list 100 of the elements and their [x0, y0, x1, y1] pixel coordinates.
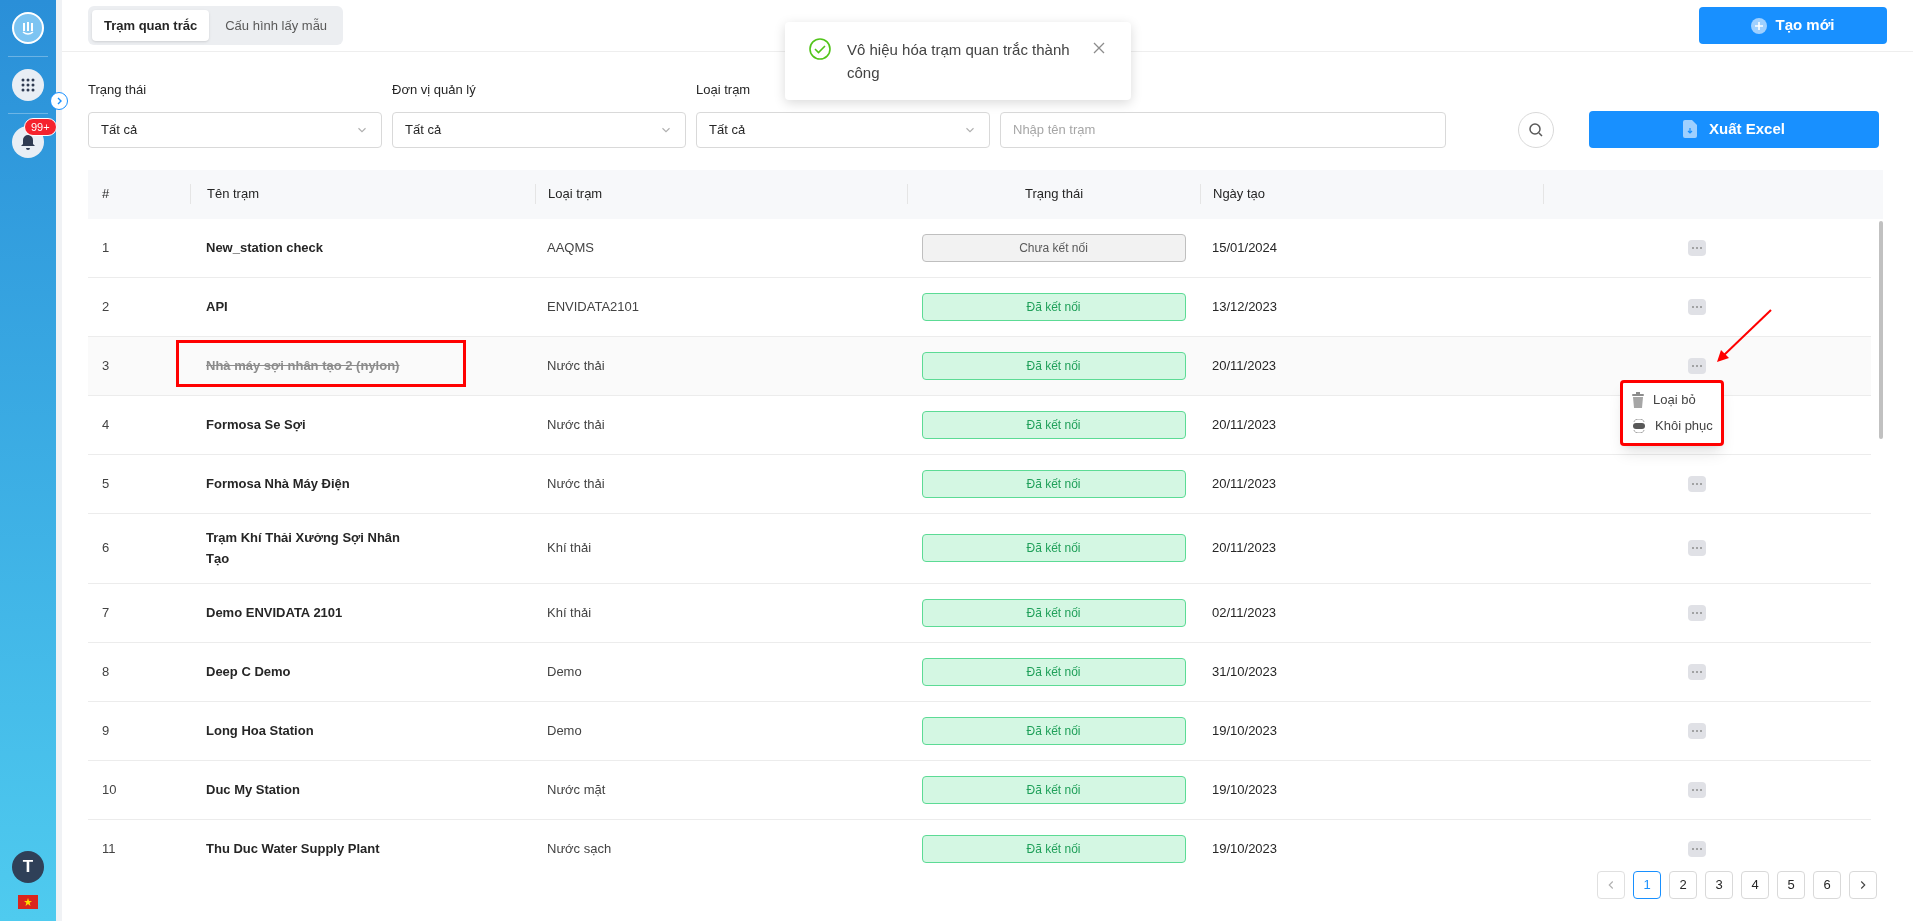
- more-button[interactable]: [1688, 475, 1706, 492]
- column-header: Ngày tạo: [1213, 185, 1266, 204]
- user-avatar[interactable]: T: [12, 851, 44, 883]
- table-cell: Nước thải: [547, 357, 605, 373]
- status-badge: Đã kết nối: [921, 834, 1186, 863]
- column-header: #: [102, 185, 110, 204]
- filter-label: Trạng thái: [88, 81, 148, 99]
- table-cell: 5: [102, 475, 110, 491]
- tab[interactable]: Trạm quan trắc: [92, 9, 210, 42]
- filter-select[interactable]: Tất cả: [392, 111, 686, 148]
- ellipsis-icon: [1692, 611, 1702, 614]
- ellipsis-icon: [1692, 788, 1702, 791]
- station-name[interactable]: Formosa Se Sợi: [206, 414, 306, 435]
- more-button[interactable]: [1688, 357, 1706, 374]
- menu-item[interactable]: Loại bỏ: [1623, 387, 1721, 413]
- station-name[interactable]: Deep C Demo: [206, 661, 291, 682]
- page-button[interactable]: 5: [1777, 870, 1805, 899]
- close-icon[interactable]: [1093, 42, 1105, 54]
- ellipsis-icon: [1692, 305, 1702, 308]
- table-cell: ENVIDATA2101: [547, 298, 639, 314]
- table-cell: Demo: [547, 722, 582, 738]
- ellipsis-icon: [1692, 670, 1702, 673]
- station-name[interactable]: Formosa Nhà Máy Điện: [206, 473, 350, 494]
- status-badge: Đã kết nối: [921, 292, 1186, 321]
- page-button[interactable]: 4: [1741, 870, 1769, 899]
- ellipsis-icon: [1692, 246, 1702, 249]
- table-cell: 8: [102, 663, 110, 679]
- table-cell: 20/11/2023: [1212, 540, 1277, 556]
- ellipsis-icon: [1692, 482, 1702, 485]
- arrow-annotation: [1715, 308, 1773, 364]
- page-button[interactable]: 3: [1705, 870, 1733, 899]
- table-cell: 31/10/2023: [1212, 663, 1278, 679]
- table-cell: 20/11/2023: [1212, 475, 1277, 491]
- status-badge: Đã kết nối: [921, 410, 1186, 439]
- status-badge: Đã kết nối: [921, 598, 1186, 627]
- status-badge: Chưa kết nối: [921, 233, 1186, 262]
- station-name[interactable]: Duc My Station: [206, 779, 300, 800]
- more-button[interactable]: [1688, 722, 1706, 739]
- restore-icon: [1631, 419, 1647, 433]
- previous-page-button[interactable]: [1597, 870, 1625, 899]
- menu-item[interactable]: Khôi phục: [1623, 413, 1721, 439]
- station-name[interactable]: API: [206, 296, 228, 317]
- apps-button[interactable]: [12, 69, 44, 101]
- tab[interactable]: Cấu hình lấy mẫu: [213, 9, 340, 42]
- filter-select[interactable]: Tất cả: [696, 111, 990, 148]
- check-circle-icon: [809, 38, 831, 60]
- table-cell: Demo: [547, 663, 582, 679]
- table-cell: Nước thải: [547, 416, 605, 432]
- column-header: Loại trạm: [548, 185, 603, 204]
- more-button[interactable]: [1688, 663, 1706, 680]
- table-cell: 7: [102, 604, 110, 620]
- more-button[interactable]: [1688, 540, 1706, 556]
- table-cell: 19/10/2023: [1212, 781, 1278, 797]
- station-name[interactable]: Demo ENVIDATA 2101: [206, 602, 343, 623]
- table-cell: Khí thải: [547, 604, 592, 620]
- status-badge: Đã kết nối: [921, 657, 1186, 686]
- page-button[interactable]: 6: [1813, 870, 1841, 899]
- status-badge: Đã kết nối: [921, 351, 1186, 380]
- table-cell: Khí thải: [547, 540, 592, 556]
- logo-icon: [12, 12, 44, 44]
- scrollbar[interactable]: [1879, 220, 1883, 439]
- table-cell: 4: [102, 416, 110, 432]
- bell-icon: [20, 134, 36, 150]
- table-cell: 11: [102, 840, 116, 856]
- table-cell: 20/11/2023: [1212, 416, 1277, 432]
- table-cell: 13/12/2023: [1212, 298, 1278, 314]
- table-cell: Nước thải: [547, 475, 605, 491]
- table-cell: 20/11/2023: [1212, 357, 1277, 373]
- column-header: Tên trạm: [207, 185, 259, 204]
- station-name[interactable]: Trạm Khí Thải Xưởng Sợi Nhân Tạo: [206, 527, 425, 569]
- column-header: Trạng thái: [1024, 185, 1084, 204]
- table-cell: 19/10/2023: [1212, 722, 1278, 738]
- table-cell: 15/01/2024: [1212, 239, 1278, 255]
- more-button[interactable]: [1688, 840, 1706, 857]
- status-badge: Đã kết nối: [921, 469, 1186, 498]
- ellipsis-icon: [1692, 847, 1702, 850]
- next-page-button[interactable]: [1849, 870, 1877, 899]
- table-cell: Nước mặt: [547, 781, 606, 797]
- station-name[interactable]: Long Hoa Station: [206, 720, 314, 741]
- page-button[interactable]: 2: [1669, 870, 1697, 899]
- ellipsis-icon: [1692, 729, 1702, 732]
- more-button[interactable]: [1688, 239, 1706, 256]
- notification-badge: 99+: [24, 118, 57, 136]
- table-cell: 1: [102, 239, 110, 255]
- table-cell: 6: [102, 540, 110, 556]
- plus-icon: [1751, 17, 1768, 34]
- more-button[interactable]: [1688, 298, 1706, 315]
- more-button[interactable]: [1688, 781, 1706, 798]
- station-name[interactable]: New_station check: [206, 237, 324, 258]
- status-badge: Đã kết nối: [921, 716, 1186, 745]
- table-cell: Nước sạch: [547, 840, 612, 856]
- status-badge: Đã kết nối: [921, 775, 1186, 804]
- filter-label: Đơn vị quản lý: [392, 81, 477, 99]
- ellipsis-icon: [1692, 364, 1702, 367]
- grid-icon: [21, 78, 35, 92]
- more-button[interactable]: [1688, 604, 1706, 621]
- station-name[interactable]: Thu Duc Water Supply Plant: [206, 838, 380, 859]
- search-field[interactable]: Nhập tên trạm: [1000, 111, 1446, 148]
- trash-icon: [1631, 392, 1645, 408]
- filter-select[interactable]: Tất cả: [88, 111, 382, 148]
